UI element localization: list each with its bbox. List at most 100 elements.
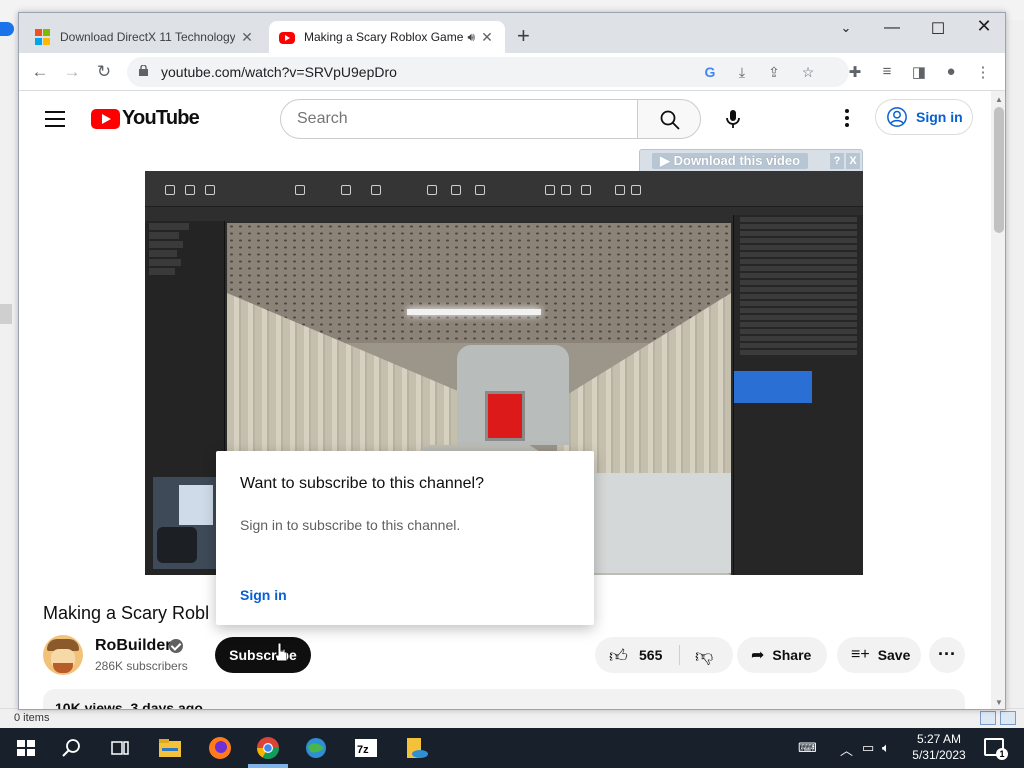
bookmark-star-icon[interactable]: ☆ bbox=[799, 64, 817, 81]
dialog-title: Want to subscribe to this channel? bbox=[240, 475, 484, 492]
page-scrollbar[interactable]: ▲ ▼ bbox=[991, 91, 1005, 709]
onedrive-folder-icon[interactable] bbox=[402, 734, 430, 762]
youtube-favicon-icon bbox=[279, 32, 295, 44]
dislike-button-icon[interactable]: 👎︎ bbox=[695, 645, 713, 667]
browser-toolbar: ← → ↻ youtube.com/watch?v=SRVpU9epDro G … bbox=[19, 53, 1005, 91]
sign-in-button[interactable]: Sign in bbox=[875, 99, 973, 135]
scroll-up-arrow-icon[interactable]: ▲ bbox=[995, 95, 1003, 104]
network-globe-icon[interactable] bbox=[302, 734, 330, 762]
media-control-icon[interactable]: ≡ bbox=[877, 63, 897, 80]
like-count[interactable]: 565 bbox=[639, 647, 662, 663]
volume-muted-icon[interactable]: 🔈︎ bbox=[882, 740, 890, 756]
large-icons-view-icon[interactable] bbox=[1000, 711, 1016, 725]
input-keyboard-icon[interactable]: ⌨︎ bbox=[798, 740, 817, 756]
close-window-button[interactable]: ✕ bbox=[961, 16, 1005, 37]
guide-menu-icon[interactable] bbox=[45, 111, 65, 127]
clock-time: 5:27 AM bbox=[916, 732, 962, 746]
url-text[interactable]: youtube.com/watch?v=SRVpU9epDro bbox=[161, 64, 397, 80]
start-icon[interactable] bbox=[12, 734, 40, 762]
search-icon[interactable] bbox=[58, 734, 86, 762]
action-center-icon[interactable]: 1 bbox=[984, 738, 1008, 760]
subscribe-signin-dialog: Want to subscribe to this channel? Sign … bbox=[216, 451, 594, 625]
back-button[interactable]: ← bbox=[29, 61, 51, 83]
firefox-icon[interactable] bbox=[206, 734, 234, 762]
side-panel-icon[interactable]: ◨ bbox=[909, 63, 929, 81]
youtube-logo[interactable]: YouTube bbox=[91, 107, 200, 130]
active-app-indicator bbox=[248, 764, 288, 768]
tab-search-chevron-icon[interactable]: ⌄ bbox=[823, 20, 869, 36]
like-button-icon[interactable]: 👍︎ bbox=[609, 645, 628, 667]
clock-date: 5/31/2023 bbox=[912, 748, 966, 762]
chrome-icon[interactable] bbox=[254, 734, 282, 762]
tab-title: Making a Scary Roblox Game bbox=[304, 30, 464, 44]
maximize-button[interactable]: ☐ bbox=[915, 19, 961, 39]
tab-directx[interactable]: Download DirectX 11 Technology ✕ bbox=[25, 21, 265, 53]
microphone-icon bbox=[726, 110, 740, 128]
install-app-icon[interactable]: ⤓ bbox=[733, 64, 751, 81]
video-title: Making a Scary Robl bbox=[43, 603, 210, 623]
background-window-left bbox=[0, 20, 18, 710]
subscribe-button[interactable]: Subscribe bbox=[215, 637, 311, 673]
onedrive-icon bbox=[0, 22, 14, 36]
view-stats: 10K views 3 days ago bbox=[55, 700, 203, 710]
dialog-text: Sign in to subscribe to this channel. bbox=[240, 517, 461, 533]
more-actions-icon[interactable]: ··· bbox=[929, 637, 965, 673]
file-explorer-icon[interactable] bbox=[156, 734, 184, 762]
video-frame-properties-panel bbox=[733, 215, 863, 575]
tab-strip: Download DirectX 11 Technology ✕ Making … bbox=[19, 13, 1005, 53]
address-bar[interactable]: youtube.com/watch?v=SRVpU9epDro G ⤓ ⇪ ☆ bbox=[127, 57, 849, 87]
chrome-menu-icon[interactable]: ⋮ bbox=[973, 63, 993, 81]
save-button[interactable]: ≡+ Save bbox=[837, 637, 921, 673]
windows-taskbar: 7z ⌨︎ ︿ ▭ 🔈︎ 5:27 AM 5/31/2023 1 bbox=[0, 728, 1024, 768]
channel-avatar[interactable] bbox=[43, 635, 83, 675]
notification-count: 1 bbox=[996, 748, 1008, 760]
share-page-icon[interactable]: ⇪ bbox=[765, 64, 783, 81]
download-close-button[interactable]: X bbox=[846, 153, 860, 169]
forward-button[interactable]: → bbox=[61, 61, 83, 83]
explorer-status-bar: 0 items bbox=[0, 708, 1024, 728]
reload-button[interactable]: ↻ bbox=[93, 61, 115, 83]
scroll-down-arrow-icon[interactable]: ▼ bbox=[995, 698, 1003, 707]
profile-avatar-icon[interactable]: ● bbox=[941, 63, 961, 80]
search-icon bbox=[660, 110, 680, 130]
dialog-sign-in-link[interactable]: Sign in bbox=[240, 587, 287, 603]
scrollbar-thumb[interactable] bbox=[994, 107, 1004, 233]
account-circle-icon bbox=[887, 107, 907, 127]
share-button[interactable]: ➦ Share bbox=[737, 637, 827, 673]
search-field[interactable] bbox=[280, 99, 638, 139]
hand-cursor-icon bbox=[275, 643, 287, 662]
description-box[interactable]: 10K views 3 days ago bbox=[43, 689, 965, 710]
video-frame-studio-toolbar bbox=[145, 171, 863, 207]
extensions-puzzle-icon[interactable]: ✚ bbox=[845, 63, 865, 81]
7zip-icon[interactable]: 7z bbox=[352, 734, 380, 762]
tab-title: Download DirectX 11 Technology bbox=[60, 30, 235, 44]
tab-youtube[interactable]: Making a Scary Roblox Game 🔊︎ ✕ bbox=[269, 21, 505, 53]
youtube-page: YouTube Sign in ▶ Download this video ? … bbox=[19, 91, 989, 710]
google-translate-icon[interactable]: G bbox=[701, 64, 719, 80]
tab-close-icon[interactable]: ✕ bbox=[239, 29, 255, 46]
svg-text:7z: 7z bbox=[357, 744, 369, 756]
playlist-add-icon: ≡+ bbox=[851, 646, 870, 663]
voice-search-button[interactable] bbox=[713, 99, 753, 139]
channel-name[interactable]: RoBuilder bbox=[95, 637, 171, 655]
minimize-button[interactable]: — bbox=[869, 19, 915, 37]
upload-age: 3 days ago bbox=[130, 700, 203, 710]
new-tab-button[interactable]: + bbox=[517, 25, 530, 47]
view-count: 10K views bbox=[55, 700, 123, 710]
search-button[interactable] bbox=[637, 99, 701, 139]
download-video-button[interactable]: ▶ Download this video bbox=[652, 153, 809, 169]
search-input[interactable] bbox=[297, 110, 617, 128]
share-arrow-icon: ➦ bbox=[751, 647, 765, 664]
system-clock[interactable]: 5:27 AM 5/31/2023 bbox=[904, 731, 974, 763]
youtube-wordmark: YouTube bbox=[122, 107, 200, 129]
speaker-icon[interactable]: 🔊︎ bbox=[467, 30, 475, 45]
items-count: 0 items bbox=[14, 712, 50, 724]
details-view-icon[interactable] bbox=[980, 711, 996, 725]
network-icon[interactable]: ▭ bbox=[862, 740, 874, 756]
settings-more-icon[interactable] bbox=[835, 109, 859, 133]
subscriber-count: 286K subscribers bbox=[95, 659, 188, 673]
tab-close-icon[interactable]: ✕ bbox=[479, 29, 495, 46]
show-hidden-icons-chevron[interactable]: ︿ bbox=[840, 740, 853, 759]
task-view-icon[interactable] bbox=[106, 734, 134, 762]
download-help-button[interactable]: ? bbox=[830, 153, 844, 169]
